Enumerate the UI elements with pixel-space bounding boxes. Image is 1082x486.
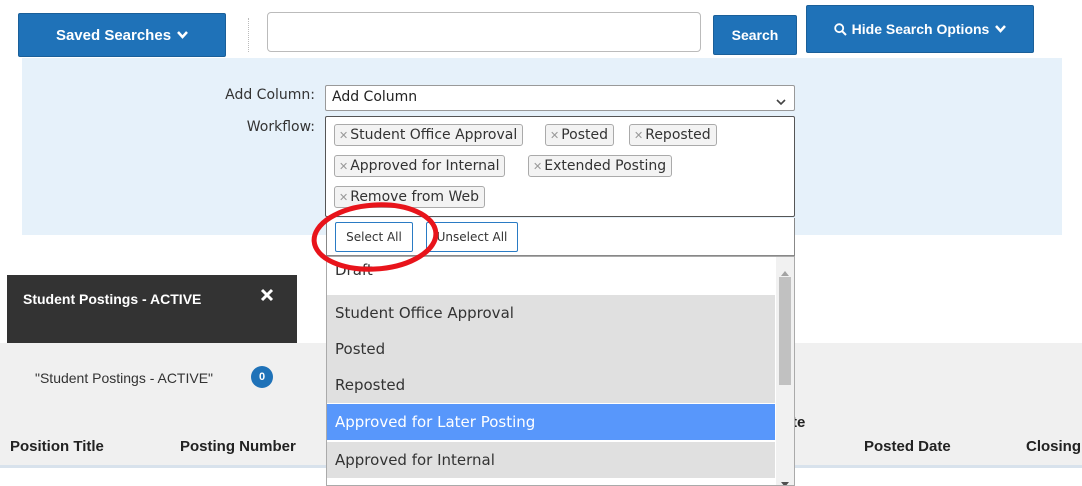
tab-student-postings[interactable]: Student Postings - ACTIVE: [7, 275, 297, 343]
search-icon: [833, 22, 847, 36]
remove-tag-icon[interactable]: ✕: [634, 129, 643, 142]
chevron-down-icon: [995, 22, 1007, 36]
hide-search-options-label: Hide Search Options: [851, 21, 990, 37]
workflow-tag[interactable]: ✕ Student Office Approval: [334, 124, 524, 146]
add-column-select[interactable]: Add Column: [325, 85, 795, 111]
results-count-badge: 0: [251, 366, 273, 388]
workflow-tag[interactable]: ✕ Posted: [545, 124, 615, 146]
search-button-label: Search: [731, 27, 779, 43]
hide-search-options-button[interactable]: Hide Search Options: [806, 5, 1034, 53]
column-header-posted-date[interactable]: Posted Date: [864, 438, 951, 455]
saved-searches-button[interactable]: Saved Searches: [18, 13, 226, 57]
annotation-circle: [311, 202, 439, 272]
workflow-label: Workflow:: [246, 119, 315, 135]
workflow-dropdown-list[interactable]: Draft Student Office Approval Posted Rep…: [326, 256, 795, 486]
search-button[interactable]: Search: [713, 15, 797, 55]
dropdown-option[interactable]: Posted: [327, 331, 775, 367]
remove-tag-icon[interactable]: ✕: [339, 160, 348, 173]
add-column-label: Add Column:: [225, 87, 315, 103]
scroll-down-icon[interactable]: [781, 474, 789, 485]
saved-searches-label: Saved Searches: [55, 26, 172, 44]
chevron-down-icon: [177, 28, 188, 42]
dropdown-option[interactable]: Student Office Approval: [327, 295, 775, 331]
scrollbar-thumb[interactable]: [779, 277, 791, 385]
remove-tag-icon[interactable]: ✕: [533, 160, 542, 173]
column-header-posting-number[interactable]: Posting Number: [180, 438, 296, 455]
column-header-closing[interactable]: Closing: [1026, 438, 1081, 455]
remove-tag-icon[interactable]: ✕: [339, 129, 348, 142]
close-icon[interactable]: [260, 288, 274, 305]
toolbar-divider: [248, 18, 249, 52]
dropdown-option[interactable]: Approved for Internal: [327, 442, 775, 478]
search-input[interactable]: [267, 12, 701, 52]
workflow-tag[interactable]: ✕ Reposted: [629, 124, 717, 146]
add-column-value: Add Column: [332, 89, 418, 105]
workflow-tag[interactable]: ✕ Extended Posting: [528, 155, 673, 177]
chevron-down-icon: [776, 94, 786, 110]
dropdown-option[interactable]: Reposted: [327, 367, 775, 403]
dropdown-option-highlighted[interactable]: Approved for Later Posting: [327, 404, 775, 440]
dropdown-scrollbar[interactable]: [776, 257, 794, 485]
workflow-tag[interactable]: ✕ Approved for Internal: [334, 155, 506, 177]
tab-label: Student Postings - ACTIVE: [23, 291, 202, 307]
remove-tag-icon[interactable]: ✕: [550, 129, 559, 142]
column-header-position-title[interactable]: Position Title: [10, 438, 104, 455]
results-title: "Student Postings - ACTIVE": [35, 370, 214, 386]
